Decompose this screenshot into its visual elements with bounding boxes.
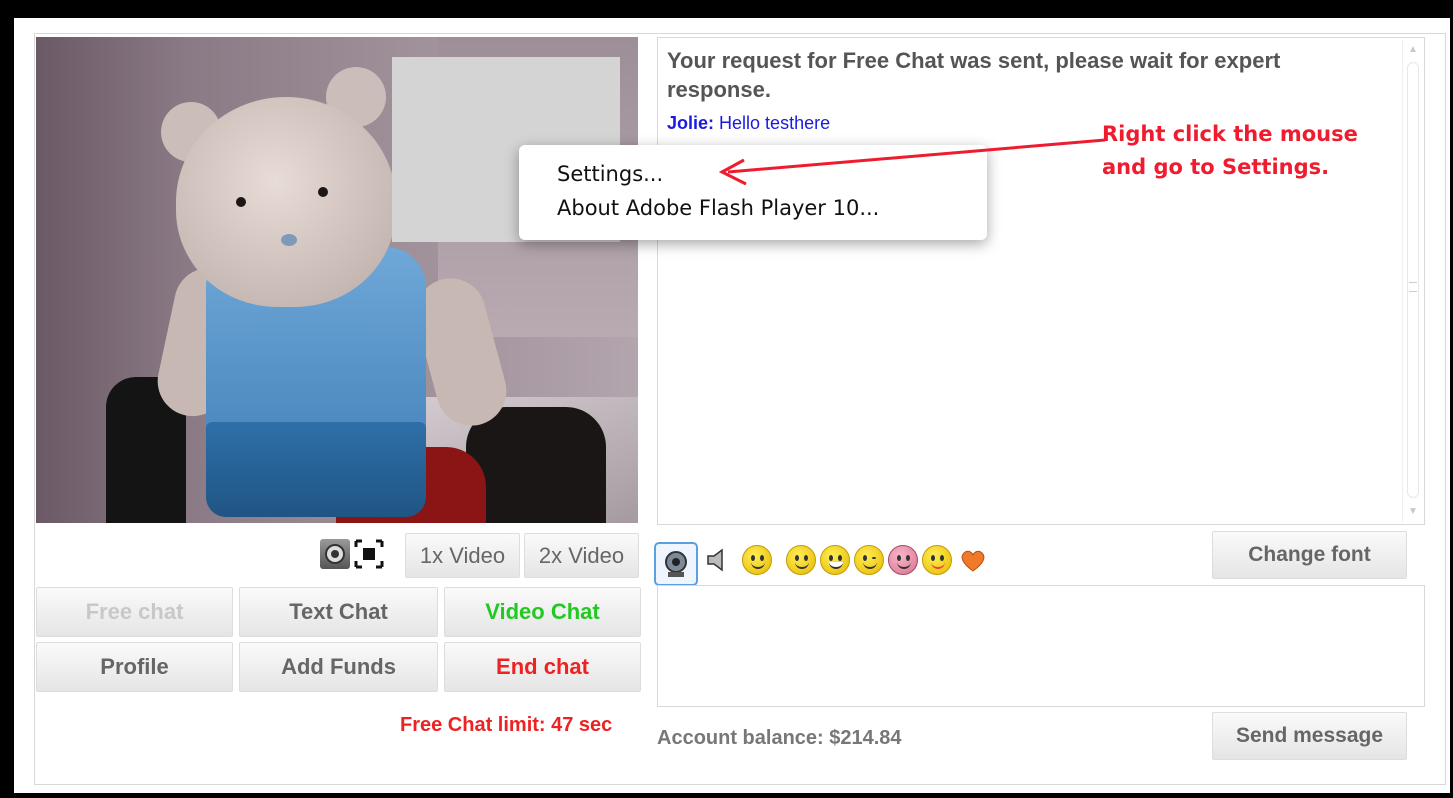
free-chat-button[interactable]: Free chat (36, 587, 233, 637)
text-chat-button[interactable]: Text Chat (239, 587, 438, 637)
scroll-up-icon[interactable]: ▲ (1406, 44, 1420, 56)
chat-log[interactable]: Your request for Free Chat was sent, ple… (657, 37, 1425, 525)
bear-eye-left (236, 197, 246, 207)
bear-head (176, 97, 396, 307)
webcam-settings-icon[interactable] (320, 539, 350, 569)
add-funds-button[interactable]: Add Funds (239, 642, 438, 692)
tongue-icon[interactable] (922, 545, 952, 575)
video-chat-button[interactable]: Video Chat (444, 587, 641, 637)
camera-icon[interactable] (654, 542, 698, 586)
free-chat-limit: Free Chat limit: 47 sec (400, 714, 613, 736)
grin-icon[interactable] (820, 545, 850, 575)
change-font-button[interactable]: Change font (1212, 531, 1407, 579)
message-input[interactable] (657, 585, 1425, 707)
annotation-arrow (718, 138, 1106, 186)
annotation-line-2: and go to Settings. (1102, 155, 1330, 179)
system-message: Your request for Free Chat was sent, ple… (667, 48, 1281, 102)
annotation-text: Right click the mouse and go to Settings… (1102, 118, 1358, 184)
context-menu-about[interactable]: About Adobe Flash Player 10... (519, 191, 987, 225)
bear-eye-right (318, 187, 328, 197)
1x-video-button[interactable]: 1x Video (405, 533, 520, 578)
heart-icon[interactable] (958, 545, 988, 575)
smile-icon[interactable] (786, 545, 816, 575)
chat-scrollbar[interactable]: ▲ ▼ (1402, 40, 1422, 522)
account-balance: Account balance: $214.84 (657, 727, 902, 749)
wink-icon[interactable] (854, 545, 884, 575)
send-message-button[interactable]: Send message (1212, 712, 1407, 760)
blush-icon[interactable] (888, 545, 918, 575)
end-chat-button[interactable]: End chat (444, 642, 641, 692)
annotation-line-1: Right click the mouse (1102, 122, 1358, 146)
scroll-track[interactable] (1407, 62, 1419, 498)
video-feed[interactable] (36, 37, 638, 523)
video-chair-right (466, 407, 606, 523)
scroll-down-icon[interactable]: ▼ (1406, 506, 1420, 518)
arrow-line (727, 138, 1106, 174)
2x-video-button[interactable]: 2x Video (524, 533, 639, 578)
bear-nose (281, 234, 297, 246)
profile-button[interactable]: Profile (36, 642, 233, 692)
bear-shorts (206, 422, 426, 517)
smiley-menu-icon[interactable] (742, 545, 772, 575)
fullscreen-icon[interactable] (354, 539, 384, 569)
scroll-grip[interactable] (1409, 282, 1417, 292)
sound-icon[interactable] (702, 545, 732, 575)
